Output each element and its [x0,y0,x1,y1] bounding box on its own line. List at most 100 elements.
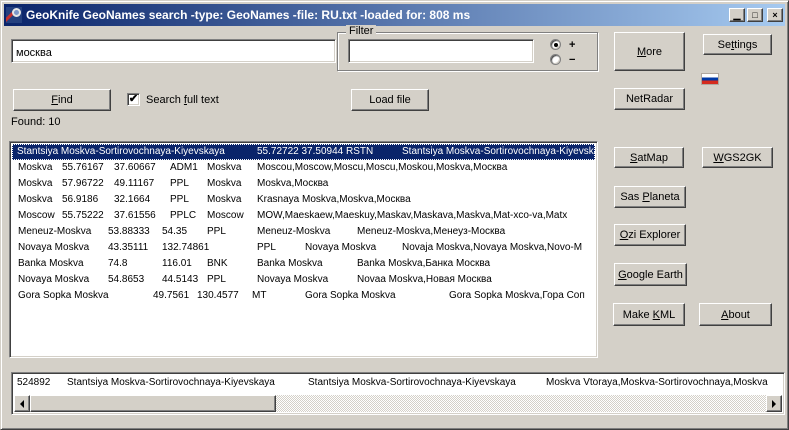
load-file-button-label: Load file [369,94,411,106]
result-cell: PPL [257,240,276,256]
magnifier-icon [12,8,21,17]
search-full-text-label: Search full text [146,94,219,106]
filter-plus-radio[interactable] [550,39,561,50]
result-cell: Banka Moskva [257,256,323,272]
result-cell: PPLC [170,208,196,224]
result-cell: 49.7561 [153,288,189,304]
scroll-right-button[interactable] [766,395,782,412]
app-icon [6,7,22,23]
result-cell: PPL [170,192,189,208]
result-row[interactable]: Meneuz-Moskva 53.88333 54.35 PPL Meneuz-… [12,224,595,240]
result-cell: 32.1664 [114,192,150,208]
result-cell: Novaja Moskva,Novaya Moskva,Novo-M [402,240,582,256]
result-cell: 74.8 [108,256,127,272]
result-cell: Moscou,Moscow,Moscu,Moscu,Moskou,Moskva,… [257,160,507,176]
find-button[interactable]: Find [13,89,111,111]
result-cell: 57.96722 [62,176,104,192]
arrow-left-icon [16,400,24,408]
result-cell: Stantsiya Moskva-Sortirovochnaya-Kiyevsk… [17,144,225,160]
result-cell: 130.4577 [197,288,239,304]
make-kml-button-label: Make [623,309,653,321]
result-row[interactable]: Banka Moskva 74.8 116.01 BNK Banka Moskv… [12,256,595,272]
result-cell: Moscow [207,208,244,224]
result-cell: Gora Sopka Moskva [18,288,109,304]
scrollbar-thumb[interactable] [30,395,276,412]
filter-input[interactable] [348,39,534,63]
result-cell: 132.74861 [162,240,209,256]
result-row[interactable]: Moskva 56.9186 32.1664 PPL Moskva Krasna… [12,192,595,208]
result-cell: Moskva [207,160,241,176]
ozi-explorer-button[interactable]: Ozi Explorer [614,224,686,246]
result-cell: PPL [170,176,189,192]
result-row-selected[interactable]: Stantsiya Moskva-Sortirovochnaya-Kiyevsk… [12,144,595,160]
title-bar[interactable]: GeoKnife GeoNames search -type: GeoNames… [4,4,785,26]
result-cell: Gora Sopka Moskva,Гора Соп [449,288,585,304]
result-cell: 54.35 [162,224,187,240]
result-cell: Novaya Moskva [305,240,376,256]
results-list[interactable]: Stantsiya Moskva-Sortirovochnaya-Kiyevsk… [9,141,598,358]
result-cell: PPL [207,224,226,240]
record-id: 524892 [17,375,50,390]
result-cell: 37.61556 [114,208,156,224]
result-cell: Banka Moskva [18,256,84,272]
result-cell: Moskva [207,176,241,192]
result-cell: 55.72722 37.50944 RSTN [257,144,373,160]
radio-dot-icon [554,43,558,47]
record-alt-names: Moskva Vtoraya,Moskva-Sortirovochnaya,Mo… [546,375,768,390]
sas-planeta-button[interactable]: Sas Planeta [614,186,686,208]
result-cell: MT [252,288,266,304]
result-cell: Gora Sopka Moskva [305,288,396,304]
window-title: GeoKnife GeoNames search -type: GeoNames… [26,8,729,22]
filter-minus-radio[interactable] [550,54,561,65]
horizontal-scrollbar[interactable] [14,395,782,412]
titlebar-buttons: ▁ □ × [729,8,783,22]
more-button[interactable]: More [614,32,685,71]
search-input[interactable] [11,39,336,63]
result-cell: Krasnaya Moskva,Moskva,Москва [257,192,411,208]
result-row[interactable]: Moskva 57.96722 49.11167 PPL Moskva Mosk… [12,176,595,192]
wgs2gk-button[interactable]: WGS2GK [702,147,773,168]
result-cell: ADM1 [170,160,198,176]
load-file-button[interactable]: Load file [351,89,429,111]
result-cell: Moscow [18,208,55,224]
selected-record-box: 524892 Stantsiya Moskva-Sortirovochnaya-… [11,372,785,415]
arrow-right-icon [772,400,780,408]
result-row[interactable]: Gora Sopka Moskva 49.7561 130.4577 MT Go… [12,288,595,304]
result-row[interactable]: Novaya Moskva 54.8653 44.5143 PPL Novaya… [12,272,595,288]
result-cell: Novaya Moskva [257,272,328,288]
satmap-button[interactable]: SatMap [614,147,684,168]
settings-button[interactable]: Settings [703,34,772,55]
about-button[interactable]: About [699,303,772,326]
result-row[interactable]: Moscow 55.75222 37.61556 PPLC Moscow MOW… [12,208,595,224]
sas-planeta-button-label: Sas [620,191,642,203]
result-cell: PPL [207,272,226,288]
scroll-left-button[interactable] [14,395,30,412]
selected-record-line: 524892 Stantsiya Moskva-Sortirovochnaya-… [14,375,782,391]
maximize-button[interactable]: □ [747,8,763,22]
search-full-text-checkbox[interactable]: ✔ [127,93,140,106]
result-cell: Meneuz-Moskva [18,224,91,240]
result-cell: Meneuz-Moskva,Менеуз-Москва [357,224,505,240]
record-name-2: Stantsiya Moskva-Sortirovochnaya-Kiyevsk… [308,375,516,390]
result-cell: 116.01 [162,256,192,272]
result-cell: 56.9186 [62,192,98,208]
result-row[interactable]: Novaya Moskva 43.35111 132.74861 PPL Nov… [12,240,595,256]
result-cell: 53.88333 [108,224,150,240]
result-cell: Moskva [18,160,52,176]
found-count-label: Found: 10 [11,116,61,128]
result-cell: Moskva [18,176,52,192]
close-button[interactable]: × [767,8,783,22]
result-cell: 54.8653 [108,272,144,288]
result-cell: 44.5143 [162,272,198,288]
result-row[interactable]: Moskva 55.76167 37.60667 ADM1 Moskva Mos… [12,160,595,176]
minimize-button[interactable]: ▁ [729,8,745,22]
result-cell: Banka Moskva,Банка Москва [357,256,490,272]
filter-plus-radio-label: + [569,40,575,51]
result-cell: 49.11167 [114,176,154,192]
settings-button-label: Se [718,39,731,51]
make-kml-button[interactable]: Make KML [613,303,685,326]
google-earth-button[interactable]: Google Earth [614,263,687,286]
result-cell: Novaya Moskva [18,272,89,288]
app-window: GeoKnife GeoNames search -type: GeoNames… [0,0,789,430]
netradar-button[interactable]: NetRadar [614,88,685,110]
